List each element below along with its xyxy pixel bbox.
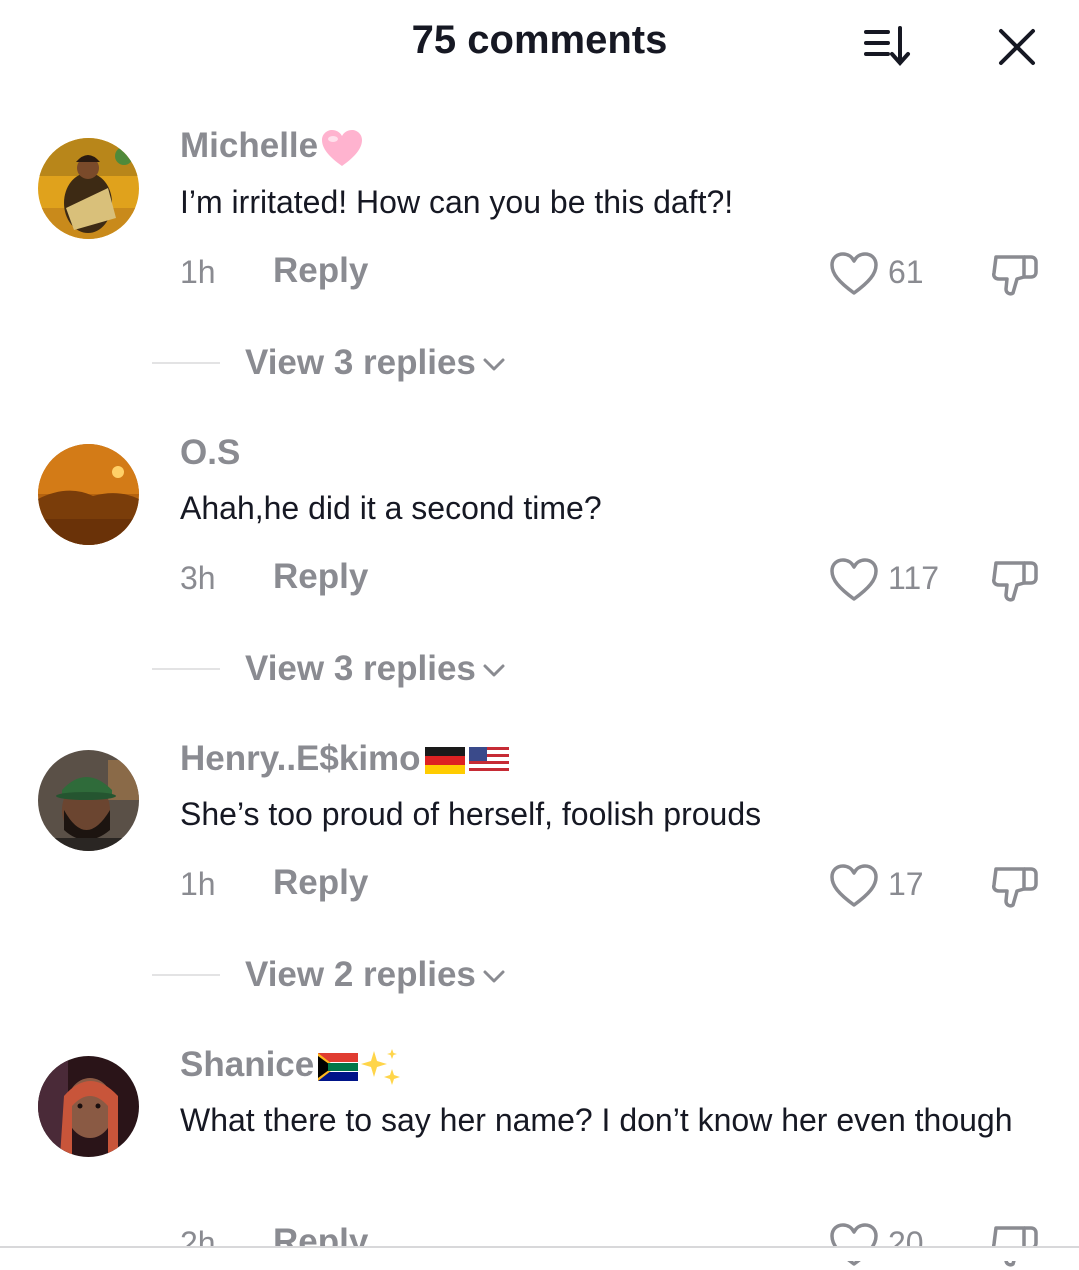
replies-divider <box>152 974 220 976</box>
comments-header: 75 comments <box>0 0 1079 90</box>
comment-text: What there to say her name? I don’t know… <box>180 1102 1013 1138</box>
view-replies-button[interactable]: View 3 replies <box>245 343 506 383</box>
comment-text: She’s too proud of herself, foolish prou… <box>180 796 762 832</box>
comment-username[interactable]: Shanice <box>180 1045 402 1087</box>
avatar[interactable] <box>38 444 139 545</box>
sort-icon[interactable] <box>862 24 914 68</box>
like-count: 117 <box>888 560 940 596</box>
comment-text: I’m irritated! How can you be this daft?… <box>180 184 734 220</box>
dislike-icon[interactable] <box>990 861 1040 911</box>
comment-time: 1h <box>180 866 216 902</box>
replies-divider <box>152 668 220 670</box>
chevron-down-icon <box>483 358 505 371</box>
comments-title: 75 comments <box>411 18 668 62</box>
comment-time: 3h <box>180 560 216 596</box>
flags-germany-usa-emoji <box>424 746 509 774</box>
reply-button[interactable]: Reply <box>273 557 368 597</box>
flag-south-africa-sparkles-emoji <box>318 1048 401 1085</box>
avatar[interactable] <box>38 1056 139 1157</box>
close-icon[interactable] <box>996 26 1038 68</box>
reply-button[interactable]: Reply <box>273 863 368 903</box>
like-heart-icon[interactable] <box>829 251 879 297</box>
view-replies-button[interactable]: View 2 replies <box>245 955 506 995</box>
dislike-icon[interactable] <box>990 555 1040 605</box>
view-replies-button[interactable]: View 3 replies <box>245 649 506 689</box>
comment-username[interactable]: O.S <box>180 433 240 473</box>
pink-heart-emoji <box>322 129 363 166</box>
chevron-down-icon <box>483 970 505 983</box>
dislike-icon[interactable] <box>990 1220 1040 1270</box>
avatar[interactable] <box>38 750 139 851</box>
like-count: 17 <box>888 866 924 902</box>
like-heart-icon[interactable] <box>829 1222 879 1268</box>
like-count: 61 <box>888 254 924 290</box>
comment-time: 1h <box>180 254 216 290</box>
chevron-down-icon <box>483 664 505 677</box>
avatar[interactable] <box>38 138 139 239</box>
like-heart-icon[interactable] <box>829 863 879 909</box>
comment-username[interactable]: Henry..E$kimo <box>180 739 511 779</box>
reply-button[interactable]: Reply <box>273 251 368 291</box>
dislike-icon[interactable] <box>990 249 1040 299</box>
like-heart-icon[interactable] <box>829 557 879 603</box>
comment-text: Ahah,he did it a second time? <box>180 490 602 526</box>
comment-username[interactable]: Michelle <box>180 126 364 168</box>
replies-divider <box>152 362 220 364</box>
